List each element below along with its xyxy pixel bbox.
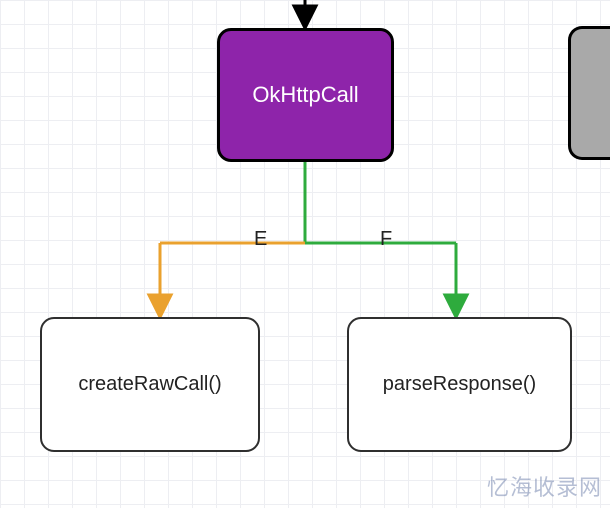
node-okhttpcall[interactable]: OkHttpCall [217,28,394,162]
node-label: OkHttpCall [252,82,358,108]
edge-label-f: F [380,228,392,251]
node-createrawcall[interactable]: createRawCall() [40,317,260,452]
node-parseresponse[interactable]: parseResponse() [347,317,572,452]
edge-label-e: E [254,228,267,251]
node-label: parseResponse() [383,373,536,396]
node-side-partial[interactable] [568,26,610,160]
node-label: createRawCall() [78,373,221,396]
